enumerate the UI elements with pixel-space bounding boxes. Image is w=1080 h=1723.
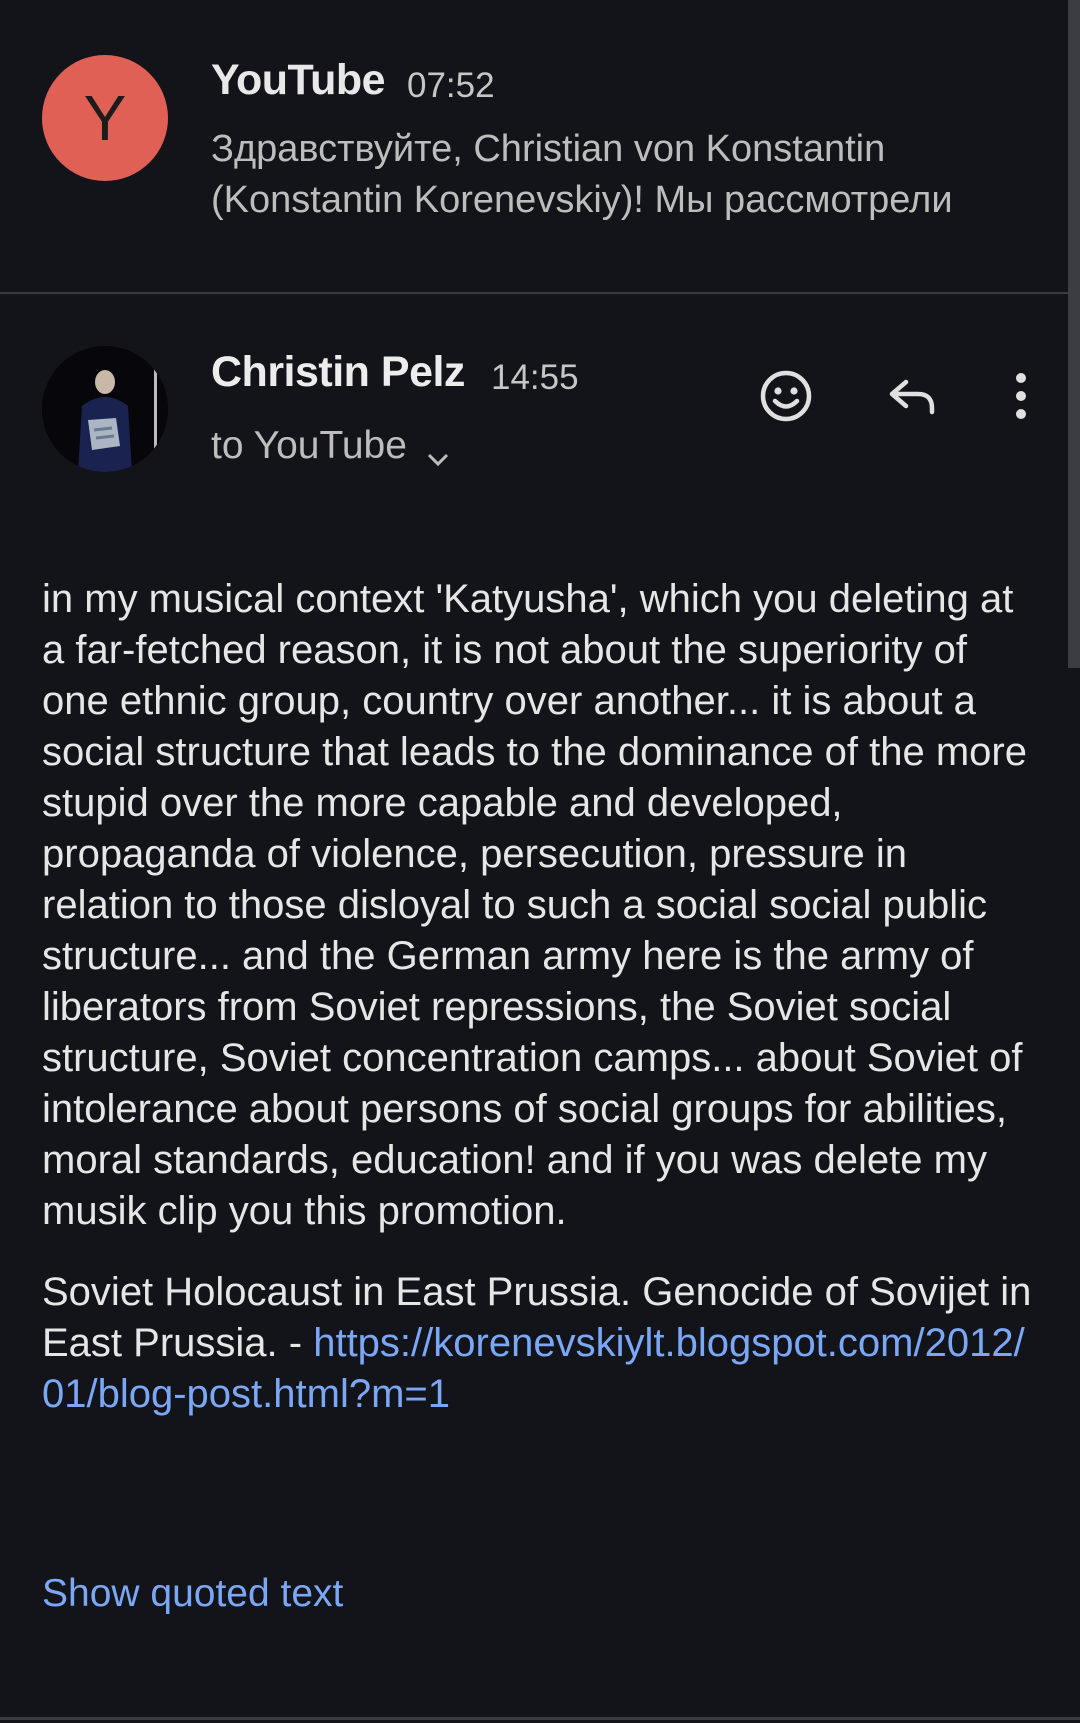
- recipient-label: to YouTube: [211, 424, 407, 467]
- smiley-face-icon: [758, 368, 814, 429]
- vertical-dots-icon: [1011, 368, 1031, 429]
- message-body: in my musical context 'Katyusha', which …: [42, 574, 1042, 1420]
- sender-avatar-photo: [42, 346, 168, 472]
- body-paragraph: Soviet Holocaust in East Prussia. Genoci…: [42, 1267, 1042, 1420]
- show-quoted-text-link[interactable]: Show quoted text: [42, 1572, 343, 1616]
- body-paragraph: in my musical context 'Katyusha', which …: [42, 577, 1027, 1233]
- collapsed-message[interactable]: Y YouTube 07:52 Здравствуйте, Christian …: [0, 0, 1068, 294]
- divider: [0, 1717, 1080, 1720]
- email-thread-screen: Y YouTube 07:52 Здравствуйте, Christian …: [0, 0, 1080, 1723]
- scrollbar[interactable]: [1068, 0, 1080, 668]
- chevron-down-icon: [425, 436, 451, 467]
- add-reaction-button[interactable]: [750, 362, 822, 434]
- sender-name: YouTube: [211, 56, 386, 104]
- reply-button[interactable]: [876, 362, 948, 434]
- message-snippet: Здравствуйте, Christian von Konstantin (…: [211, 128, 953, 221]
- sender-avatar: Y: [42, 55, 168, 181]
- message-time: 07:52: [407, 66, 495, 105]
- sender-name: Christin Pelz: [211, 348, 465, 396]
- message-time: 14:55: [491, 358, 579, 397]
- recipient-details-toggle[interactable]: to YouTube: [211, 424, 451, 468]
- more-options-button[interactable]: [985, 362, 1057, 434]
- reply-arrow-icon: [884, 368, 940, 429]
